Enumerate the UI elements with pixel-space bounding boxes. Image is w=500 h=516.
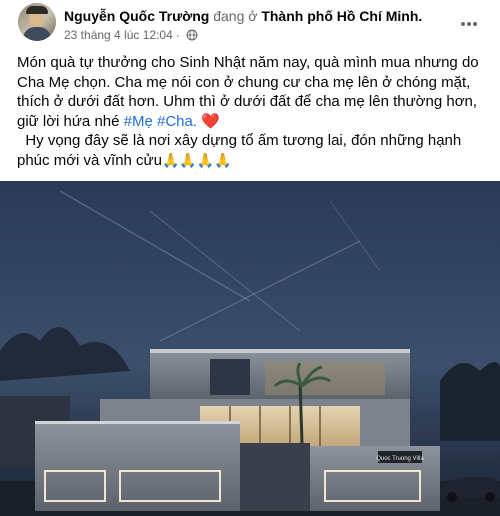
post-timestamp[interactable]: 23 tháng 4 lúc 12:04 — [64, 28, 173, 42]
hashtag-cha[interactable]: #Cha. — [157, 113, 197, 130]
checkin-location[interactable]: Thành phố Hồ Chí Minh. — [261, 8, 422, 24]
body-line-final: phúc mới và vĩnh cửu🙏🙏🙏🙏 — [17, 151, 487, 171]
body-line: thích ở dưới đất hơn. Uhm thì ở dưới đất… — [17, 93, 478, 110]
checkin-verb: đang ở — [213, 8, 258, 24]
author-line: Nguyễn Quốc Trường đang ở Thành phố Hồ C… — [64, 7, 422, 25]
author-avatar[interactable] — [18, 3, 56, 41]
body-line: Hy vọng đây sẽ là nơi xây dựng tổ ấm tươ… — [17, 132, 462, 149]
hashtag-me[interactable]: #Mẹ — [124, 113, 153, 130]
villa-render-image: Quoc Truong Villa — [0, 181, 500, 516]
body-line: Cha Mẹ chọn. Cha mẹ nói con ở chung cư c… — [17, 73, 471, 91]
house-sign-text: Quoc Truong Villa — [376, 456, 424, 462]
body-line: Món quà tự thưởng cho Sinh Nhật năm nay,… — [17, 54, 479, 71]
prayer-emojis: 🙏🙏🙏🙏 — [161, 151, 232, 168]
heart-emoji: ❤️ — [201, 112, 220, 130]
more-options-icon — [461, 22, 477, 26]
meta-separator: · — [175, 28, 180, 42]
facebook-post: Nguyễn Quốc Trường đang ở Thành phố Hồ C… — [0, 0, 500, 516]
author-name[interactable]: Nguyễn Quốc Trường — [64, 8, 209, 24]
post-meta: 23 tháng 4 lúc 12:04 · — [64, 27, 198, 43]
more-options-button[interactable] — [455, 12, 483, 36]
post-photo[interactable]: Quoc Truong Villa — [0, 181, 500, 516]
globe-icon[interactable] — [186, 29, 198, 41]
body-line-hashtags: giữ lời hứa nhé #Mẹ #Cha. ❤️ — [17, 112, 487, 132]
body-text: phúc mới và vĩnh cửu — [17, 151, 162, 169]
post-body: Món quà tự thưởng cho Sinh Nhật năm nay,… — [17, 53, 487, 170]
body-text-prefix: giữ lời hứa nhé — [17, 112, 124, 130]
post-header: Nguyễn Quốc Trường đang ở Thành phố Hồ C… — [0, 0, 500, 48]
